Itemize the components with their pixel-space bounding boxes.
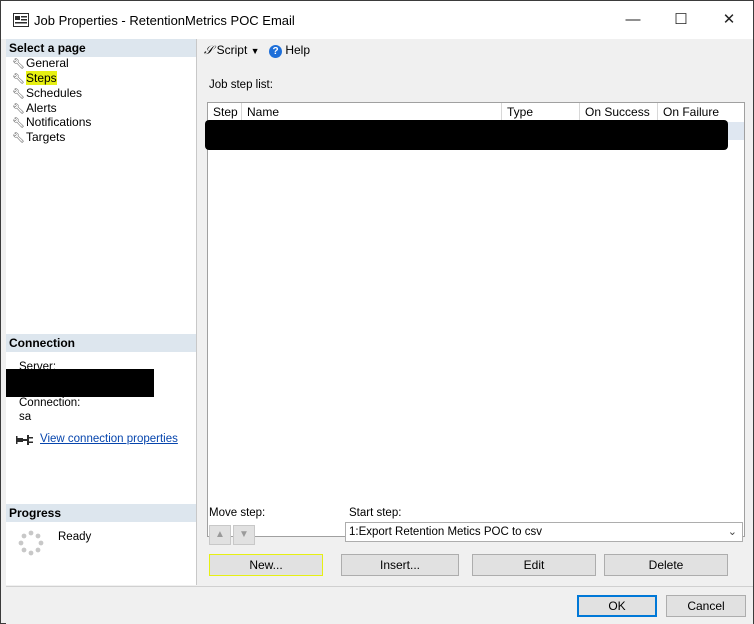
connection-plug-icon — [16, 433, 34, 450]
job-step-grid[interactable]: Step Name Type On Success On Failure — [205, 102, 745, 537]
dropdown-arrow-icon: ▼ — [250, 46, 260, 56]
title-bar: Job Properties - RetentionMetrics POC Em… — [1, 1, 753, 39]
nav-item-steps[interactable]: 🔧︎Steps — [12, 71, 57, 85]
nav-item-targets[interactable]: 🔧︎Targets — [12, 130, 65, 144]
chevron-down-icon: ⌄ — [727, 526, 737, 538]
left-pane: Select a page 🔧︎General 🔧︎Steps 🔧︎Schedu… — [6, 39, 197, 585]
wrench-icon: 🔧︎ — [12, 133, 25, 144]
help-button[interactable]: ? Help — [269, 43, 310, 58]
edit-button[interactable]: Edit — [472, 554, 596, 576]
progress-status: Ready — [58, 531, 92, 543]
nav-item-label: Notifications — [26, 115, 92, 129]
redacted-step-row — [205, 120, 728, 150]
start-step-label: Start step: — [349, 507, 402, 519]
nav-item-label: Alerts — [26, 101, 57, 115]
script-button[interactable]: 𝒮 Script ▼ — [204, 43, 260, 58]
move-up-button[interactable]: ▲ — [209, 525, 231, 545]
nav-item-label: Targets — [26, 130, 66, 144]
column-header-on-failure[interactable]: On Failure — [658, 103, 744, 121]
nav-item-schedules[interactable]: 🔧︎Schedules — [12, 86, 82, 100]
arrow-up-icon: ▲ — [215, 529, 225, 540]
window-icon — [13, 13, 29, 30]
nav-item-label: General — [26, 56, 69, 70]
close-button[interactable]: ✕ — [711, 9, 747, 31]
wrench-icon: 🔧︎ — [12, 74, 25, 85]
help-label: Help — [285, 43, 311, 57]
window-title: Job Properties - RetentionMetrics POC Em… — [34, 13, 295, 28]
delete-button[interactable]: Delete — [604, 554, 728, 576]
move-down-button[interactable]: ▼ — [233, 525, 255, 545]
nav-item-label: Steps — [26, 71, 57, 85]
dialog-footer: OK Cancel — [6, 586, 753, 624]
ok-button[interactable]: OK — [577, 595, 657, 617]
column-header-name[interactable]: Name — [242, 103, 502, 121]
new-button[interactable]: New... — [209, 554, 323, 576]
nav-item-alerts[interactable]: 🔧︎Alerts — [12, 101, 57, 115]
start-step-value: 1:Export Retention Metics POC to csv — [349, 526, 543, 538]
arrow-down-icon: ▼ — [239, 529, 249, 540]
insert-button[interactable]: Insert... — [341, 554, 459, 576]
script-icon: 𝒮 — [204, 43, 214, 57]
spinner-icon — [18, 530, 44, 556]
connection-value: sa — [19, 411, 32, 423]
minimize-button[interactable]: — — [615, 9, 651, 31]
wrench-icon: 🔧︎ — [12, 118, 25, 129]
progress-header: Progress — [6, 504, 196, 522]
wrench-icon: 🔧︎ — [12, 89, 25, 100]
select-page-header: Select a page — [6, 39, 196, 57]
help-icon: ? — [269, 45, 282, 58]
job-step-list-label: Job step list: — [209, 79, 273, 91]
view-connection-properties-link[interactable]: View connection properties — [40, 433, 178, 445]
job-properties-window: Job Properties - RetentionMetrics POC Em… — [0, 0, 754, 624]
connection-header: Connection — [6, 334, 196, 352]
script-label: Script — [216, 43, 248, 57]
main-pane: 𝒮 Script ▼ ? Help Job step list: Step Na… — [197, 39, 753, 585]
nav-item-general[interactable]: 🔧︎General — [12, 56, 69, 70]
column-header-on-success[interactable]: On Success — [580, 103, 658, 121]
wrench-icon: 🔧︎ — [12, 59, 25, 70]
move-step-label: Move step: — [209, 507, 266, 519]
redacted-server-name — [6, 369, 154, 397]
start-step-select[interactable]: 1:Export Retention Metics POC to csv ⌄ — [345, 522, 743, 542]
maximize-button[interactable]: ☐ — [663, 9, 699, 31]
nav-item-notifications[interactable]: 🔧︎Notifications — [12, 115, 91, 129]
connection-label: Connection: — [19, 397, 81, 409]
nav-item-label: Schedules — [26, 86, 83, 100]
toolbar: 𝒮 Script ▼ ? Help — [197, 39, 753, 61]
column-header-type[interactable]: Type — [502, 103, 580, 121]
column-header-step[interactable]: Step — [208, 103, 242, 121]
cancel-button[interactable]: Cancel — [666, 595, 746, 617]
